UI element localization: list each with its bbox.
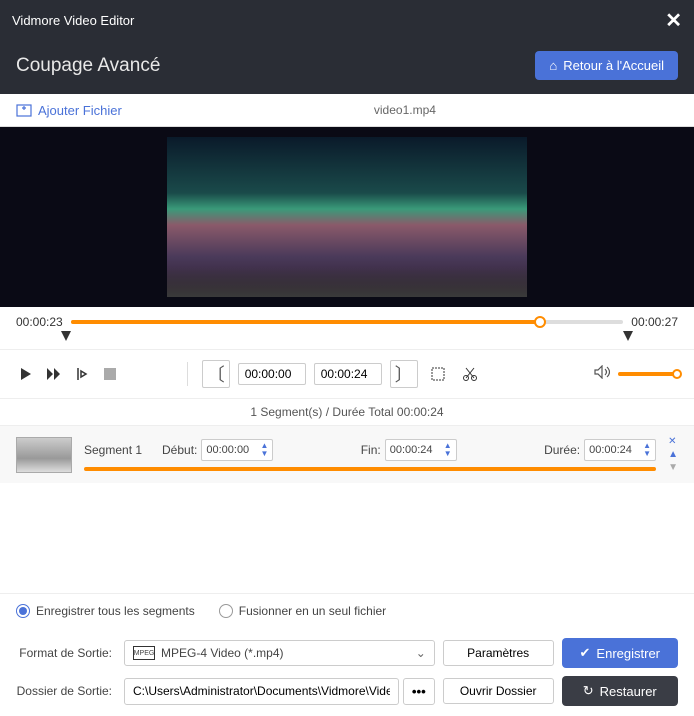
page-title: Coupage Avancé [16, 55, 160, 77]
frame-step-button[interactable] [72, 364, 92, 384]
end-label: Fin: [361, 443, 381, 457]
stop-button[interactable] [100, 364, 120, 384]
end-time-input[interactable] [314, 363, 382, 385]
restore-button[interactable]: ↻ Restaurer [562, 676, 678, 706]
add-file-button[interactable]: Ajouter Fichier [16, 102, 122, 118]
merge-label: Fusionner en un seul fichier [239, 604, 386, 618]
segment-down-icon[interactable]: ▼ [668, 462, 678, 473]
save-all-label: Enregistrer tous les segments [36, 604, 195, 618]
video-preview[interactable] [0, 127, 694, 307]
set-start-button[interactable]: 〔 [202, 360, 230, 388]
fast-forward-button[interactable] [44, 364, 64, 384]
time-total: 00:00:27 [631, 315, 678, 329]
segment-row[interactable]: Segment 1 Début: 00:00:00▲▼ Fin: 00:00:2… [0, 425, 694, 483]
toolbar: Ajouter Fichier video1.mp4 [0, 94, 694, 127]
folder-label: Dossier de Sortie: [16, 684, 116, 698]
segment-end-input[interactable]: 00:00:24▲▼ [385, 439, 457, 461]
timeline-slider[interactable] [71, 320, 624, 324]
start-marker[interactable] [61, 331, 71, 341]
app-title: Vidmore Video Editor [12, 13, 134, 28]
titlebar: Vidmore Video Editor ✕ [0, 0, 694, 41]
segment-thumbnail [16, 437, 72, 473]
radio-off-icon [219, 604, 233, 618]
home-label: Retour à l'Accueil [563, 58, 664, 73]
play-button[interactable] [16, 364, 36, 384]
current-filename: video1.mp4 [132, 103, 678, 117]
volume-icon[interactable] [594, 365, 610, 384]
video-frame [167, 137, 527, 297]
mpeg-icon: MPEG [133, 646, 155, 660]
check-icon: ✔ [580, 645, 591, 661]
segment-delete-icon[interactable]: ✕ [668, 436, 678, 447]
time-current: 00:00:23 [16, 315, 63, 329]
segment-bar [84, 467, 656, 471]
chevron-down-icon: ⌄ [416, 646, 426, 660]
home-button[interactable]: ⌂ Retour à l'Accueil [535, 51, 678, 80]
segment-name: Segment 1 [84, 443, 154, 457]
set-end-button[interactable]: 〕 [390, 360, 418, 388]
radio-merge[interactable]: Fusionner en un seul fichier [219, 604, 386, 618]
start-label: Début: [162, 443, 197, 457]
radio-save-all[interactable]: Enregistrer tous les segments [16, 604, 195, 618]
segment-start-input[interactable]: 00:00:00▲▼ [201, 439, 273, 461]
home-icon: ⌂ [549, 58, 557, 73]
divider [187, 362, 188, 386]
add-file-label: Ajouter Fichier [38, 103, 122, 118]
restore-icon: ↻ [583, 683, 594, 699]
crop-icon[interactable] [426, 364, 450, 384]
save-button[interactable]: ✔ Enregistrer [562, 638, 678, 668]
segment-list-empty [0, 483, 694, 593]
start-time-input[interactable] [238, 363, 306, 385]
params-button[interactable]: Paramètres [443, 640, 554, 666]
timeline: 00:00:23 00:00:27 [0, 307, 694, 349]
segment-duration-input[interactable]: 00:00:24▲▼ [584, 439, 656, 461]
radio-on-icon [16, 604, 30, 618]
close-icon[interactable]: ✕ [665, 8, 682, 33]
add-file-icon [16, 102, 32, 118]
volume-thumb[interactable] [672, 369, 682, 379]
segments-summary: 1 Segment(s) / Durée Total 00:00:24 [0, 398, 694, 425]
footer: Format de Sortie: MPEGMPEG-4 Video (*.mp… [0, 628, 694, 716]
format-label: Format de Sortie: [16, 646, 116, 660]
output-options: Enregistrer tous les segments Fusionner … [0, 593, 694, 628]
format-select[interactable]: MPEGMPEG-4 Video (*.mp4) ⌄ [124, 640, 435, 666]
volume-slider[interactable] [618, 372, 678, 376]
duration-label: Durée: [544, 443, 580, 457]
end-marker[interactable] [623, 331, 633, 341]
playback-controls: 〔 〕 [0, 349, 694, 398]
header: Coupage Avancé ⌂ Retour à l'Accueil [0, 41, 694, 94]
timeline-thumb[interactable] [534, 316, 546, 328]
timeline-fill [71, 320, 541, 324]
cut-icon[interactable] [458, 364, 482, 384]
segment-up-icon[interactable]: ▲ [668, 449, 678, 460]
